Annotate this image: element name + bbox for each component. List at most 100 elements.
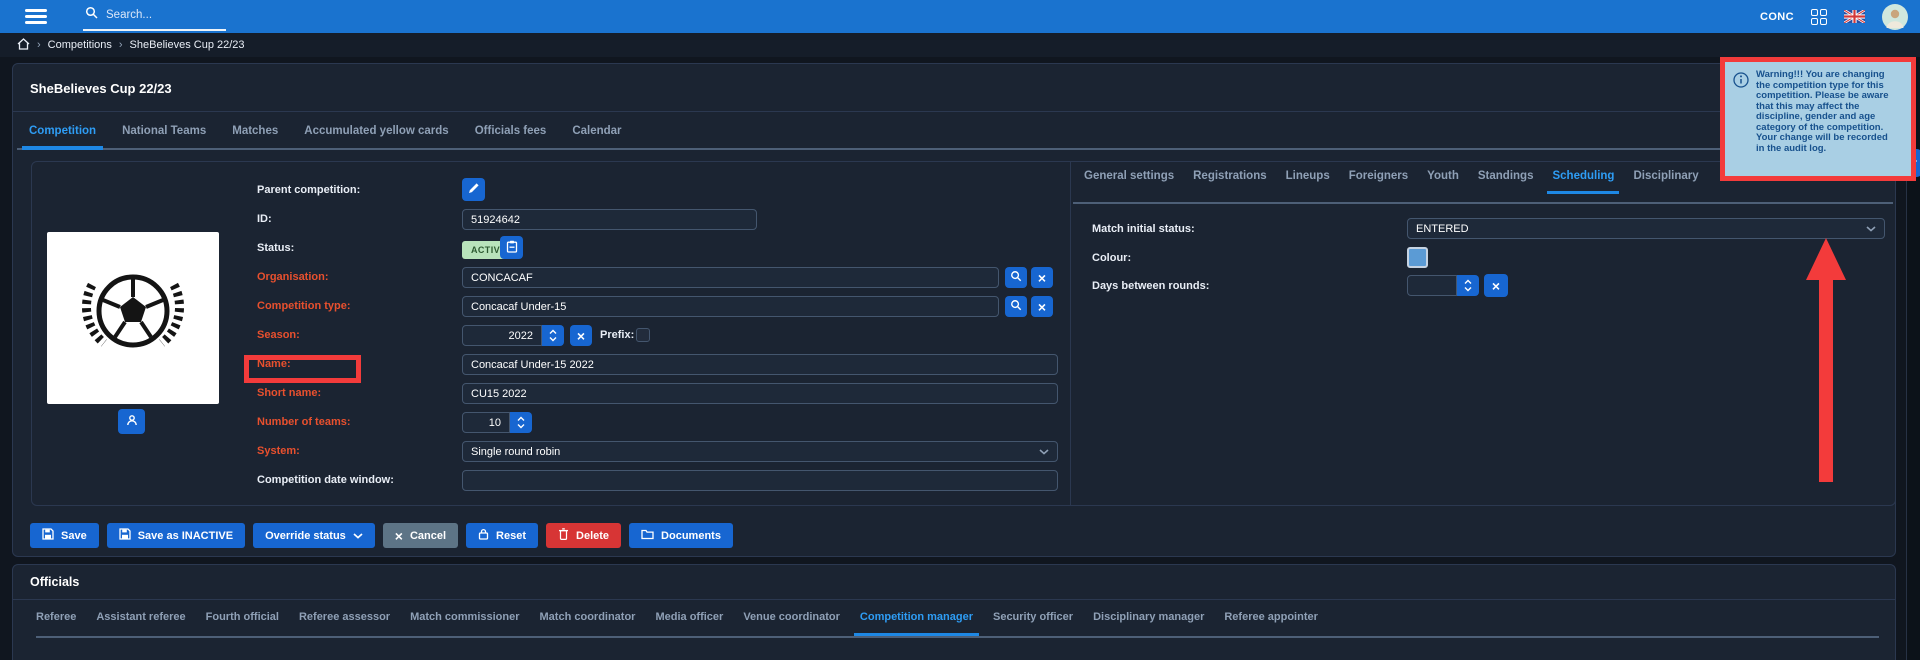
match-initial-status-select[interactable]: ENTERED: [1407, 218, 1885, 239]
documents-button[interactable]: Documents: [629, 523, 733, 548]
tab-youth[interactable]: Youth: [1422, 170, 1464, 194]
tab-referee-appointer[interactable]: Referee appointer: [1218, 611, 1324, 636]
divider: [1070, 162, 1071, 505]
tab-foreigners[interactable]: Foreigners: [1344, 170, 1413, 194]
tab-fourth-official[interactable]: Fourth official: [200, 611, 285, 636]
language-flag-icon[interactable]: [1844, 10, 1865, 23]
tab-competition[interactable]: Competition: [22, 125, 103, 150]
organisation-input[interactable]: [462, 267, 999, 288]
home-icon[interactable]: [17, 38, 30, 53]
tab-disciplinary-manager[interactable]: Disciplinary manager: [1087, 611, 1210, 636]
competition-panel: SheBelieves Cup 22/23 Competition Nation…: [12, 63, 1896, 557]
tab-officials-fees[interactable]: Officials fees: [468, 125, 554, 150]
prefix-checkbox[interactable]: [636, 328, 650, 342]
menu-icon[interactable]: [25, 6, 47, 27]
tab-calendar[interactable]: Calendar: [565, 125, 628, 150]
competition-type-clear-button[interactable]: ×: [1031, 296, 1053, 317]
override-status-button[interactable]: Override status: [253, 523, 375, 548]
close-icon: ×: [1492, 279, 1500, 293]
warning-tooltip-annotation: Warning!!! You are changing the competit…: [1720, 57, 1916, 181]
officials-panel: Officials Referee Assistant referee Four…: [12, 564, 1896, 660]
tab-media-officer[interactable]: Media officer: [649, 611, 729, 636]
breadcrumb-separator: ›: [119, 39, 123, 51]
days-between-rounds-clear-button[interactable]: ×: [1484, 274, 1508, 297]
system-select[interactable]: Single round robin: [462, 441, 1058, 462]
tab-matches[interactable]: Matches: [225, 125, 285, 150]
tab-registrations[interactable]: Registrations: [1188, 170, 1272, 194]
tab-scheduling[interactable]: Scheduling: [1547, 170, 1619, 194]
competition-date-window-input[interactable]: [462, 470, 1058, 491]
name-input[interactable]: [462, 354, 1058, 375]
main-tab-bar: Competition National Teams Matches Accum…: [22, 125, 629, 150]
colour-label: Colour:: [1092, 247, 1131, 269]
divider: [13, 111, 1895, 112]
tab-referee-assessor[interactable]: Referee assessor: [293, 611, 396, 636]
clipboard-icon: [506, 240, 518, 256]
status-label: Status:: [257, 238, 294, 259]
colour-swatch[interactable]: [1407, 247, 1428, 268]
short-name-input[interactable]: [462, 383, 1058, 404]
reset-button[interactable]: Reset: [466, 523, 538, 548]
save-as-inactive-button[interactable]: Save as INACTIVE: [107, 523, 245, 548]
global-search[interactable]: [83, 2, 226, 31]
delete-button[interactable]: Delete: [546, 523, 621, 548]
competition-form-card: Parent competition: ID: Status: ACTIVE O…: [31, 161, 1896, 506]
number-of-teams-label: Number of teams:: [257, 412, 351, 433]
tab-disciplinary[interactable]: Disciplinary: [1628, 170, 1703, 194]
save-button[interactable]: Save: [30, 523, 99, 548]
save-icon: [42, 528, 54, 543]
chevron-down-icon: [353, 530, 363, 542]
search-icon: [1010, 270, 1022, 285]
tab-referee[interactable]: Referee: [30, 611, 82, 636]
tab-match-commissioner[interactable]: Match commissioner: [404, 611, 525, 636]
status-history-button[interactable]: [500, 236, 523, 259]
pencil-icon: [468, 182, 480, 197]
save-icon: [119, 528, 131, 543]
competition-logo: [47, 232, 219, 404]
season-input[interactable]: [462, 325, 542, 346]
days-between-rounds-stepper[interactable]: [1457, 275, 1479, 296]
search-input[interactable]: [106, 9, 216, 21]
tab-security-officer[interactable]: Security officer: [987, 611, 1079, 636]
breadcrumb-current[interactable]: SheBelieves Cup 22/23: [130, 39, 245, 51]
tab-standings[interactable]: Standings: [1473, 170, 1539, 194]
officials-tab-bar: Referee Assistant referee Fourth officia…: [30, 611, 1324, 636]
tab-general-settings[interactable]: General settings: [1079, 170, 1179, 194]
tab-accumulated-yellow-cards[interactable]: Accumulated yellow cards: [297, 125, 455, 150]
chevron-down-icon: [1866, 223, 1876, 235]
competition-type-label: Competition type:: [257, 296, 351, 317]
organisation-search-button[interactable]: [1005, 267, 1027, 288]
info-icon: [1733, 72, 1749, 170]
season-stepper[interactable]: [542, 325, 564, 346]
warning-text: Warning!!! You are changing the competit…: [1756, 70, 1894, 170]
competition-type-search-button[interactable]: [1005, 296, 1027, 317]
folder-icon: [641, 529, 654, 543]
apps-grid-icon[interactable]: [1811, 9, 1827, 25]
officials-title: Officials: [30, 575, 79, 589]
tab-match-coordinator[interactable]: Match coordinator: [534, 611, 642, 636]
settings-tab-bar: General settings Registrations Lineups F…: [1079, 170, 1704, 194]
id-input[interactable]: [462, 209, 757, 230]
organisation-clear-button[interactable]: ×: [1031, 267, 1053, 288]
edit-parent-competition-button[interactable]: [462, 178, 485, 201]
system-label: System:: [257, 441, 300, 462]
logo-upload-button[interactable]: [118, 409, 145, 434]
tab-competition-manager[interactable]: Competition manager: [854, 611, 979, 636]
season-clear-button[interactable]: ×: [570, 325, 592, 346]
user-avatar[interactable]: [1882, 4, 1908, 30]
days-between-rounds-input[interactable]: [1407, 275, 1457, 296]
number-of-teams-stepper[interactable]: [510, 412, 532, 433]
short-name-label: Short name:: [257, 383, 321, 404]
override-status-label: Override status: [265, 530, 346, 542]
number-of-teams-input[interactable]: [462, 412, 510, 433]
tab-assistant-referee[interactable]: Assistant referee: [90, 611, 191, 636]
competition-type-input[interactable]: [462, 296, 999, 317]
page-title: SheBelieves Cup 22/23: [30, 81, 172, 96]
cancel-button[interactable]: × Cancel: [383, 523, 458, 548]
breadcrumb-separator: ›: [37, 39, 41, 51]
tab-venue-coordinator[interactable]: Venue coordinator: [737, 611, 846, 636]
tab-lineups[interactable]: Lineups: [1281, 170, 1335, 194]
tab-national-teams[interactable]: National Teams: [115, 125, 213, 150]
lock-icon: [478, 528, 489, 543]
breadcrumb-competitions[interactable]: Competitions: [48, 39, 112, 51]
